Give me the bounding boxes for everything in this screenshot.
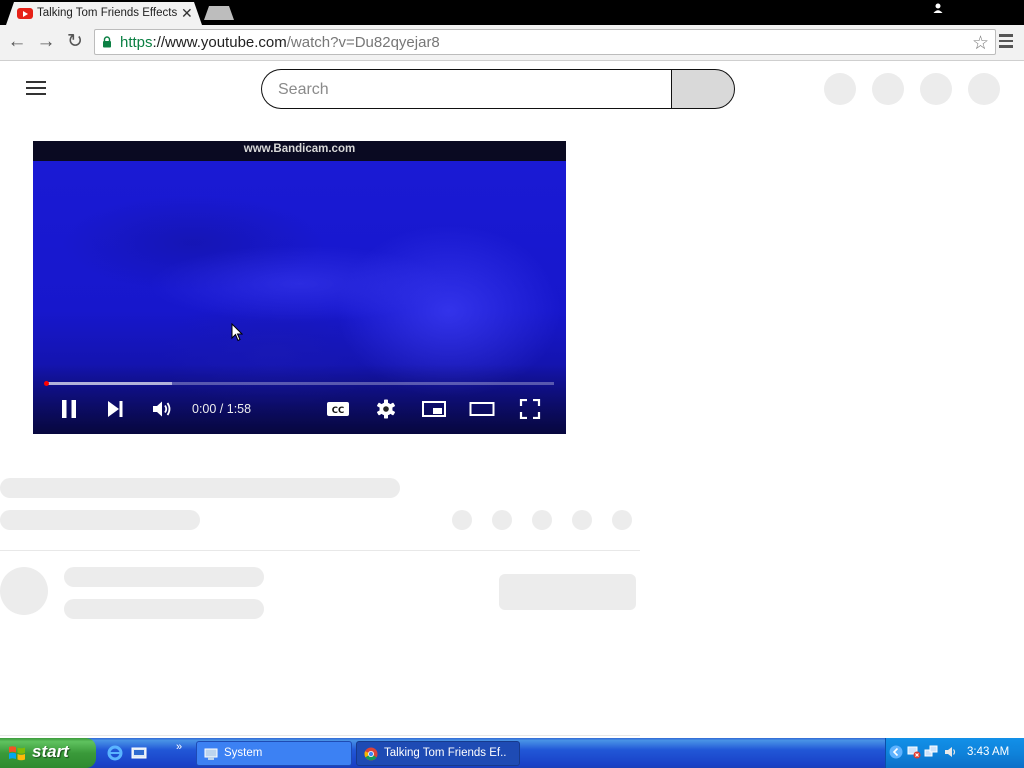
- search-box: [261, 69, 672, 109]
- views-skeleton: [0, 510, 200, 530]
- lock-icon: [103, 36, 111, 48]
- title-skeleton: [0, 478, 400, 498]
- search-input[interactable]: [278, 79, 658, 101]
- masthead-button-placeholder[interactable]: [920, 73, 952, 105]
- bandicam-watermark: www.Bandicam.com: [243, 143, 356, 155]
- subscriber-count-skeleton: [64, 599, 264, 619]
- reload-icon[interactable]: ↻: [64, 31, 86, 53]
- profile-icon[interactable]: [931, 2, 945, 16]
- taskbar-item-system[interactable]: System: [196, 741, 352, 766]
- settings-gear-icon[interactable]: [375, 399, 397, 419]
- divider: [0, 550, 640, 551]
- bookmark-star-icon[interactable]: ☆: [972, 32, 989, 55]
- video-player[interactable]: www.Bandicam.com 0:00 / 1:58 CC: [33, 141, 566, 434]
- taskbar-item-label: Talking Tom Friends Ef...: [384, 747, 506, 759]
- tab-close-icon[interactable]: ✕: [181, 5, 193, 22]
- action-button-skeleton: [532, 510, 552, 530]
- mouse-cursor-icon: [231, 323, 243, 342]
- time-display: 0:00 / 1:58: [192, 402, 252, 416]
- channel-avatar-skeleton: [0, 567, 48, 615]
- next-icon[interactable]: [105, 399, 125, 419]
- network-warning-icon[interactable]: [907, 745, 921, 759]
- search-button[interactable]: [671, 69, 735, 109]
- url-text: https://www.youtube.com/watch?v=Du82qyej…: [120, 34, 440, 51]
- tab-title: Talking Tom Friends Effects: [37, 7, 177, 19]
- internet-explorer-icon[interactable]: [107, 745, 123, 761]
- chrome-icon: [364, 747, 378, 761]
- guide-menu-icon[interactable]: [26, 81, 46, 97]
- volume-tray-icon[interactable]: [943, 745, 957, 759]
- url-path: /watch?v=Du82qyejar8: [286, 34, 440, 51]
- youtube-favicon-icon: [17, 8, 33, 19]
- subscribe-button-skeleton: [499, 574, 636, 610]
- tab-strip: Talking Tom Friends Effects ✕: [0, 0, 1024, 25]
- action-button-skeleton: [492, 510, 512, 530]
- back-arrow-icon[interactable]: ←: [6, 31, 28, 53]
- avatar-placeholder[interactable]: [968, 73, 1000, 105]
- pause-icon[interactable]: [59, 399, 79, 419]
- tray-collapse-icon[interactable]: [889, 745, 903, 759]
- new-tab-button[interactable]: [204, 6, 234, 20]
- masthead-button-placeholder[interactable]: [824, 73, 856, 105]
- action-button-skeleton: [452, 510, 472, 530]
- url-scheme: https: [120, 34, 153, 51]
- subtitles-icon[interactable]: CC: [326, 399, 350, 419]
- progress-bar[interactable]: [44, 381, 554, 386]
- address-bar[interactable]: https://www.youtube.com/watch?v=Du82qyej…: [94, 29, 996, 55]
- progress-buffered: [45, 382, 173, 385]
- start-label: start: [32, 742, 69, 761]
- system-tray: 3:43 AM: [885, 738, 1024, 768]
- quicklaunch-expand-icon[interactable]: »: [176, 741, 182, 753]
- miniplayer-icon[interactable]: [421, 399, 447, 419]
- tab-active[interactable]: Talking Tom Friends Effects ✕: [6, 2, 202, 25]
- divider: [0, 735, 640, 736]
- windows-logo-icon: [9, 746, 25, 761]
- fullscreen-icon[interactable]: [519, 399, 541, 419]
- channel-name-skeleton: [64, 567, 264, 587]
- taskbar-item-label: System: [224, 747, 263, 759]
- forward-arrow-icon[interactable]: →: [35, 31, 57, 53]
- start-button[interactable]: start: [0, 738, 96, 768]
- system-icon: [204, 748, 218, 760]
- browser-toolbar: ← → ↻ https://www.youtube.com/watch?v=Du…: [0, 25, 1024, 61]
- theater-mode-icon[interactable]: [469, 399, 495, 419]
- browser-menu-icon[interactable]: [999, 34, 1013, 48]
- volume-icon[interactable]: [151, 399, 173, 419]
- action-button-skeleton: [612, 510, 632, 530]
- url-host: ://www.youtube.com: [152, 34, 287, 51]
- clock[interactable]: 3:43 AM: [967, 746, 1009, 758]
- taskbar-item-chrome[interactable]: Talking Tom Friends Ef...: [356, 741, 520, 766]
- taskbar: start » System Talking Tom Friends Ef...: [0, 738, 1024, 768]
- progress-scrubber[interactable]: [44, 381, 49, 386]
- show-desktop-icon[interactable]: [131, 745, 147, 761]
- svg-text:CC: CC: [332, 406, 344, 416]
- network-icon[interactable]: [924, 745, 938, 759]
- action-button-skeleton: [572, 510, 592, 530]
- masthead-button-placeholder[interactable]: [872, 73, 904, 105]
